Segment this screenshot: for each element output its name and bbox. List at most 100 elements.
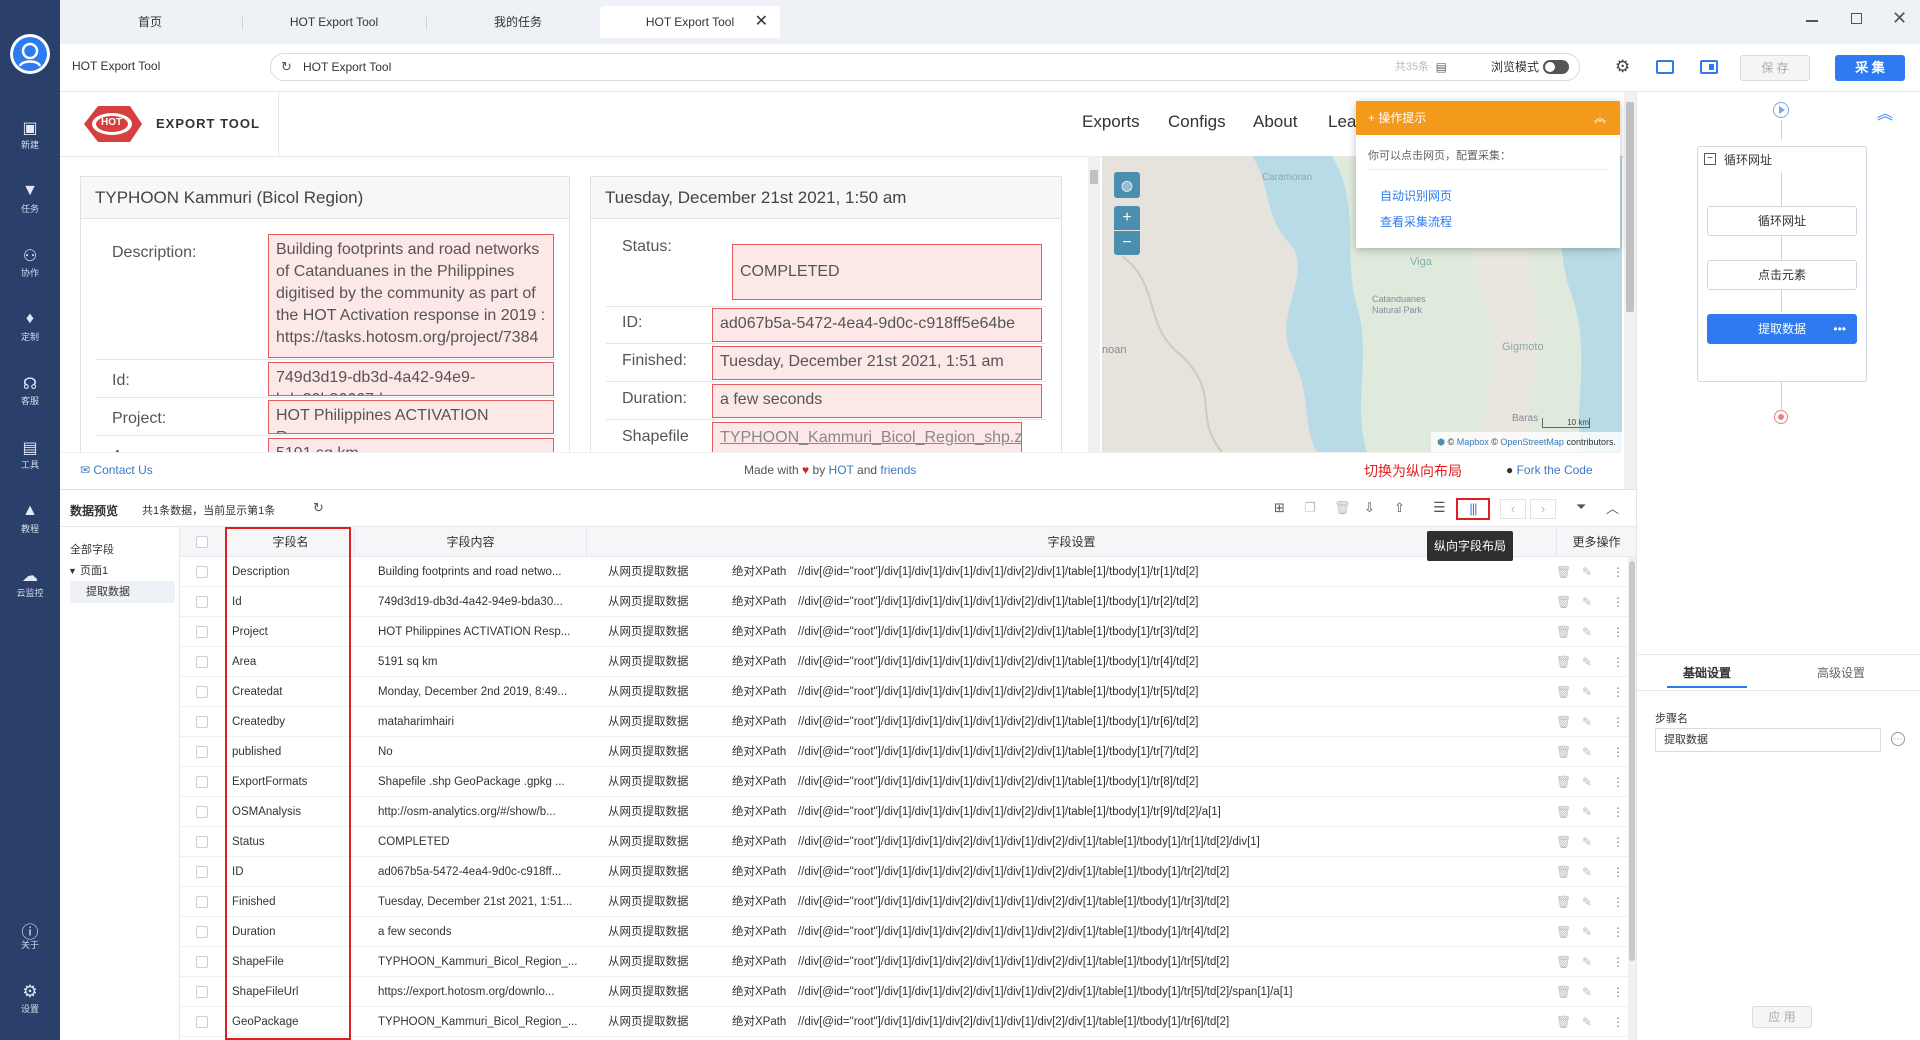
next-page-icon[interactable]: › (1530, 499, 1556, 519)
table-row[interactable]: Area 5191 sq km 从网页提取数据 绝对XPath//div[@id="r… (180, 647, 1636, 677)
list-layout-icon[interactable]: ☰ (1433, 499, 1446, 516)
edit-row-icon[interactable]: ✎ (1582, 887, 1592, 917)
row-checkbox[interactable] (196, 866, 208, 878)
page-scrollbar[interactable] (1624, 92, 1636, 489)
save-button[interactable]: 保 存 (1740, 55, 1810, 81)
window-close-icon[interactable]: ✕ (1892, 8, 1907, 29)
friends-link[interactable]: friends (880, 463, 916, 477)
tab-hot-export-active[interactable]: HOT Export Tool ✕ (600, 6, 780, 38)
info-value-project[interactable]: HOT Philippines ACTIVATION Response (268, 400, 554, 434)
more-row-icon[interactable]: ⋮ (1612, 737, 1624, 767)
map-zoom-in-button[interactable]: + (1114, 206, 1140, 230)
select-all-checkbox[interactable] (196, 536, 208, 548)
sidebar-item-7[interactable]: ☁ 云监控 (0, 566, 60, 599)
run-value-shapefile[interactable]: TYPHOON_Kammuri_Bicol_Region_shp.zip (712, 422, 1022, 456)
table-row[interactable]: Createdby mataharimhairi 从网页提取数据 绝对XPath//d… (180, 707, 1636, 737)
refresh-data-icon[interactable]: ↻ (313, 500, 324, 516)
delete-row-icon[interactable]: 🗑 (1556, 647, 1571, 677)
row-checkbox[interactable] (196, 566, 208, 578)
edit-row-icon[interactable]: ✎ (1582, 647, 1592, 677)
delete-row-icon[interactable]: 🗑 (1556, 557, 1571, 587)
sidebar-item-0[interactable]: ▣ 新建 (0, 118, 60, 151)
sidebar-item-6[interactable]: ▲ 教程 (0, 502, 60, 535)
window-restore-icon[interactable] (1851, 13, 1862, 24)
apply-button[interactable]: 应 用 (1752, 1006, 1812, 1028)
edit-row-icon[interactable]: ✎ (1582, 947, 1592, 977)
collapse-loop-icon[interactable]: − (1704, 153, 1716, 165)
edit-row-icon[interactable]: ✎ (1582, 677, 1592, 707)
export-file-icon[interactable]: ▤ (1436, 54, 1447, 80)
scrollbar-track[interactable] (1088, 156, 1100, 452)
table-row[interactable]: ShapeFileUrl https://export.hotosm.org/do… (180, 977, 1636, 1007)
map-zoom-out-button[interactable]: − (1114, 231, 1140, 255)
delete-row-icon[interactable]: 🗑 (1556, 947, 1571, 977)
sidebar-item-4[interactable]: ☊ 客服 (0, 374, 60, 407)
site-nav-exports[interactable]: Exports (1082, 112, 1140, 132)
delete-row-icon[interactable]: 🗑 (1556, 917, 1571, 947)
delete-row-icon[interactable]: 🗑 (1556, 617, 1571, 647)
more-row-icon[interactable]: ⋮ (1612, 617, 1624, 647)
delete-row-icon[interactable]: 🗑 (1556, 857, 1571, 887)
table-row[interactable]: Finished Tuesday, December 21st 2021, 1:5… (180, 887, 1636, 917)
sidebar-item-2[interactable]: ⚇ 协作 (0, 246, 60, 279)
row-checkbox[interactable] (196, 1016, 208, 1028)
delete-row-icon[interactable]: 🗑 (1556, 827, 1571, 857)
delete-row-icon[interactable]: 🗑 (1556, 887, 1571, 917)
edit-row-icon[interactable]: ✎ (1582, 617, 1592, 647)
info-value-id[interactable]: 749d3d19-db3d-4a42-94e9-bda30b36667d (268, 362, 554, 396)
table-row[interactable]: GeoPackage TYPHOON_Kammuri_Bicol_Region_.… (180, 1007, 1636, 1037)
tab-hot-export-1[interactable]: HOT Export Tool (244, 6, 424, 38)
delete-row-icon[interactable]: 🗑 (1556, 797, 1571, 827)
delete-row-icon[interactable]: 🗑 (1556, 677, 1571, 707)
table-row[interactable]: ShapeFile TYPHOON_Kammuri_Bicol_Region_..… (180, 947, 1636, 977)
tab-advanced-settings[interactable]: 高级设置 (1817, 664, 1865, 681)
edit-row-icon[interactable]: ✎ (1582, 707, 1592, 737)
tab-basic-settings[interactable]: 基础设置 (1683, 664, 1731, 681)
more-row-icon[interactable]: ⋮ (1612, 887, 1624, 917)
more-row-icon[interactable]: ⋮ (1612, 977, 1624, 1007)
prev-page-icon[interactable]: ‹ (1500, 499, 1526, 519)
hot-link[interactable]: HOT (829, 463, 854, 477)
table-row[interactable]: Id 749d3d19-db3d-4a42-94e9-bda30... 从网页提取数… (180, 587, 1636, 617)
run-value-id[interactable]: ad067b5a-5472-4ea4-9d0c-c918ff5e64be (712, 308, 1042, 342)
row-checkbox[interactable] (196, 836, 208, 848)
collapse-icon[interactable]: ︽ (1594, 101, 1606, 135)
table-row[interactable]: Createdat Monday, December 2nd 2019, 8:49… (180, 677, 1636, 707)
edit-row-icon[interactable]: ✎ (1582, 917, 1592, 947)
table-row[interactable]: ID ad067b5a-5472-4ea4-9d0c-c918ff... 从网页提取… (180, 857, 1636, 887)
row-checkbox[interactable] (196, 806, 208, 818)
export-icon[interactable]: ⇧ (1394, 500, 1405, 516)
url-input[interactable]: ↻ HOT Export Tool 共35条 ▤ 浏览模式 (270, 53, 1580, 81)
more-row-icon[interactable]: ⋮ (1612, 557, 1624, 587)
collapse-preview-icon[interactable]: ︿ (1606, 498, 1619, 517)
collapse-up-icon[interactable]: ︽ (1877, 100, 1893, 124)
table-row[interactable]: Duration a few seconds 从网页提取数据 绝对XPath//div… (180, 917, 1636, 947)
delete-row-icon[interactable]: 🗑 (1556, 977, 1571, 1007)
row-checkbox[interactable] (196, 596, 208, 608)
edit-row-icon[interactable]: ✎ (1582, 1007, 1592, 1037)
row-checkbox[interactable] (196, 656, 208, 668)
user-avatar[interactable] (10, 34, 50, 74)
more-row-icon[interactable]: ⋮ (1612, 647, 1624, 677)
edit-row-icon[interactable]: ✎ (1582, 857, 1592, 887)
table-row[interactable]: Description Building footprints and road … (180, 557, 1636, 587)
table-row[interactable]: OSMAnalysis http://osm-analytics.org/#/sh… (180, 797, 1636, 827)
more-row-icon[interactable]: ⋮ (1612, 1007, 1624, 1037)
card-view-icon[interactable] (1656, 60, 1674, 74)
sidebar-item-1[interactable]: ▼ 任务 (0, 182, 60, 215)
delete-row-icon[interactable]: 🗑 (1556, 587, 1571, 617)
table-row[interactable]: Status COMPLETED 从网页提取数据 绝对XPath//div[@id="… (180, 827, 1636, 857)
row-checkbox[interactable] (196, 956, 208, 968)
edit-row-icon[interactable]: ✎ (1582, 587, 1592, 617)
table-row[interactable]: Project HOT Philippines ACTIVATION Resp..… (180, 617, 1636, 647)
edit-row-icon[interactable]: ✎ (1582, 977, 1592, 1007)
tab-home[interactable]: 首页 (60, 6, 240, 38)
table-scrollbar[interactable] (1628, 557, 1636, 1040)
browse-mode-toggle[interactable] (1543, 60, 1569, 74)
more-row-icon[interactable]: ⋮ (1612, 857, 1624, 887)
tab-my-tasks[interactable]: 我的任务 (428, 6, 608, 38)
flow-step-loop-url[interactable]: 循环网址 (1707, 206, 1857, 236)
site-nav-configs[interactable]: Configs (1168, 112, 1226, 132)
tree-page-node[interactable]: ▼ 页面1 (68, 562, 108, 578)
more-row-icon[interactable]: ⋮ (1612, 677, 1624, 707)
